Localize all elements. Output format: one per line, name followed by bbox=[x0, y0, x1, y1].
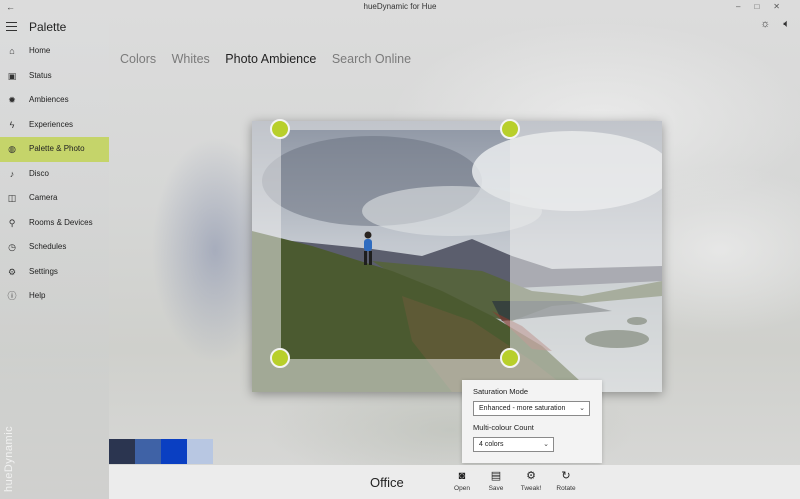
chevron-down-icon: ⌄ bbox=[579, 405, 585, 412]
info-icon: ⓘ bbox=[7, 291, 17, 301]
color-swatch[interactable] bbox=[161, 439, 187, 464]
app-header: Palette bbox=[0, 14, 109, 40]
sidebar-item-label: Status bbox=[29, 70, 52, 80]
saturation-mode-label: Saturation Mode bbox=[473, 387, 529, 396]
open-icon: ◙ bbox=[458, 470, 466, 482]
open-button[interactable]: ◙ Open bbox=[445, 469, 479, 492]
tab-photo-ambience[interactable]: Photo Ambience bbox=[225, 52, 316, 66]
sidebar-item-label: Camera bbox=[29, 193, 58, 202]
scene-name: Office bbox=[370, 475, 404, 490]
window-title: hueDynamic for Hue bbox=[363, 2, 437, 11]
sidebar-item-label: Ambiences bbox=[29, 95, 69, 104]
rotate-icon: ↻ bbox=[561, 470, 571, 482]
color-swatch[interactable] bbox=[135, 439, 161, 464]
saturation-mode-select[interactable]: Enhanced - more saturation ⌄ bbox=[473, 401, 590, 416]
open-label: Open bbox=[454, 485, 470, 492]
sidebar-item-settings[interactable]: ⚙ Settings bbox=[0, 260, 109, 285]
palette-swatches bbox=[109, 439, 213, 465]
sidebar-item-schedules[interactable]: ◷ Schedules bbox=[0, 235, 109, 260]
tweak-button[interactable]: ⚙ Tweak! bbox=[514, 469, 548, 492]
sidebar-item-palette-photo[interactable]: ◍ Palette & Photo bbox=[0, 137, 109, 162]
sidebar-item-disco[interactable]: ♪ Disco bbox=[0, 162, 109, 187]
multi-colour-count-select[interactable]: 4 colors ⌄ bbox=[473, 437, 554, 452]
brand-vertical-text: hueDynamic bbox=[3, 425, 15, 492]
tab-search-online[interactable]: Search Online bbox=[332, 52, 411, 66]
rotate-button[interactable]: ↻ Rotate bbox=[549, 469, 583, 492]
music-note-icon: ♪ bbox=[9, 168, 15, 179]
sidebar-item-ambiences[interactable]: ✹ Ambiences bbox=[0, 88, 109, 113]
sidebar-item-label: Disco bbox=[29, 168, 50, 178]
extraction-settings-popup: Saturation Mode Enhanced - more saturati… bbox=[462, 380, 602, 463]
saturation-mode-value: Enhanced - more saturation bbox=[479, 405, 566, 412]
sidebar-item-label: Settings bbox=[29, 266, 58, 276]
top-right-icons: ☼ 🔈︎ bbox=[750, 18, 790, 31]
brightness-icon[interactable]: ☼ bbox=[760, 18, 770, 30]
back-arrow-icon[interactable]: ← bbox=[6, 0, 15, 14]
camera-icon: ◫ bbox=[7, 193, 17, 203]
palette-icon: ◍ bbox=[8, 144, 16, 154]
volume-icon[interactable]: 🔈︎ bbox=[783, 18, 790, 30]
sidebar-item-label: Rooms & Devices bbox=[29, 217, 93, 227]
sidebar-item-home[interactable]: ⌂ Home bbox=[0, 39, 109, 64]
tab-whites[interactable]: Whites bbox=[172, 52, 210, 66]
multi-colour-count-label: Multi-colour Count bbox=[473, 423, 534, 432]
sidebar-item-status[interactable]: ▣ Status bbox=[0, 64, 109, 89]
tab-colors[interactable]: Colors bbox=[120, 52, 156, 66]
crop-handle-bottom-left[interactable] bbox=[270, 348, 290, 368]
bottom-command-bar: Office ◙ Open ▤ Save ⚙ Tweak! ↻ Rotate bbox=[109, 465, 800, 499]
sidebar-item-experiences[interactable]: ϟ Experiences bbox=[0, 113, 109, 138]
crop-handle-bottom-right[interactable] bbox=[500, 348, 520, 368]
tab-bar: Colors Whites Photo Ambience Search Onli… bbox=[120, 52, 423, 66]
sidebar-item-help[interactable]: ⓘ Help bbox=[0, 284, 109, 309]
color-swatch[interactable] bbox=[187, 439, 213, 464]
multi-colour-count-value: 4 colors bbox=[479, 441, 504, 448]
lightning-icon: ϟ bbox=[9, 119, 15, 130]
sidebar-item-camera[interactable]: ◫ Camera bbox=[0, 186, 109, 211]
sun-icon: ✹ bbox=[8, 95, 16, 105]
landscape-photo bbox=[252, 121, 662, 392]
sidebar-item-label: Experiences bbox=[29, 119, 74, 129]
crop-handle-top-left[interactable] bbox=[270, 119, 290, 139]
sidebar-item-rooms-devices[interactable]: ⚲ Rooms & Devices bbox=[0, 211, 109, 236]
save-button[interactable]: ▤ Save bbox=[479, 469, 513, 492]
save-icon: ▤ bbox=[490, 470, 502, 482]
gear-icon: ⚙ bbox=[7, 266, 17, 277]
home-icon: ⌂ bbox=[9, 46, 15, 56]
bulb-icon: ⚲ bbox=[8, 217, 16, 228]
tweak-gear-icon: ⚙ bbox=[526, 470, 536, 482]
window-controls[interactable]: –□✕ bbox=[736, 0, 794, 14]
sidebar-item-label: Help bbox=[29, 291, 46, 300]
status-icon: ▣ bbox=[7, 70, 17, 81]
title-bar: ← hueDynamic for Hue –□✕ bbox=[0, 0, 800, 14]
chevron-down-icon: ⌄ bbox=[543, 441, 549, 448]
rotate-label: Rotate bbox=[556, 485, 576, 492]
tweak-label: Tweak! bbox=[520, 485, 542, 492]
save-label: Save bbox=[488, 485, 504, 492]
sidebar: Palette ⌂ Home ▣ Status ✹ Ambiences ϟ Ex… bbox=[0, 14, 109, 499]
clock-icon: ◷ bbox=[8, 242, 16, 252]
photo-preview[interactable] bbox=[252, 121, 662, 392]
page-title: Palette bbox=[29, 20, 67, 34]
color-swatch[interactable] bbox=[109, 439, 135, 464]
sidebar-item-label: Home bbox=[29, 46, 51, 55]
hamburger-menu-icon[interactable] bbox=[6, 22, 17, 31]
sidebar-nav: ⌂ Home ▣ Status ✹ Ambiences ϟ Experience… bbox=[0, 39, 109, 309]
sidebar-item-label: Schedules bbox=[29, 242, 67, 251]
sidebar-item-label: Palette & Photo bbox=[29, 144, 85, 153]
crop-handle-top-right[interactable] bbox=[500, 119, 520, 139]
